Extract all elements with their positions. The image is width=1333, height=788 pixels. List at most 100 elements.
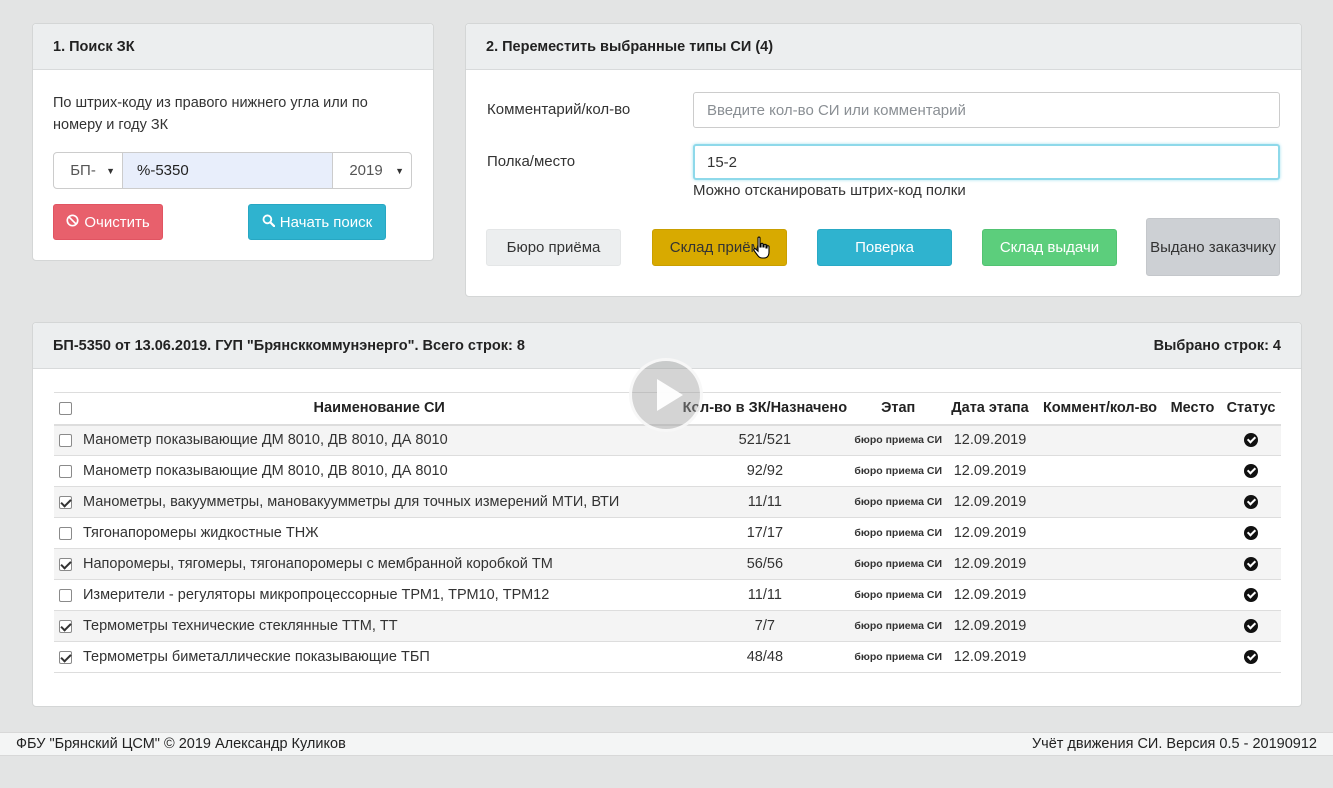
row-checkbox[interactable]: [59, 650, 72, 664]
row-comment: [1036, 641, 1164, 673]
move-panel-header: 2. Переместить выбранные типы СИ (4): [466, 24, 1301, 70]
row-name: Термометры биметаллические показывающие …: [79, 641, 678, 673]
issued-to-customer-button[interactable]: Выдано заказчику: [1146, 218, 1280, 276]
row-stage: бюро приема СИ: [852, 579, 944, 611]
row-checkbox[interactable]: [59, 588, 72, 602]
footer-version: Учёт движения СИ. Версия 0.5 - 20190912: [1031, 736, 1317, 752]
row-status: [1221, 517, 1281, 549]
row-comment: [1036, 486, 1164, 518]
hand-cursor-icon: [753, 236, 770, 259]
move-panel-title: 2. Переместить выбранные типы СИ (4): [486, 38, 774, 55]
table-row[interactable]: Манометр показывающие ДМ 8010, ДВ 8010, …: [54, 455, 1281, 487]
check-circle-icon: [1244, 588, 1258, 603]
search-input-group: БП- ▼ %-5350 2019 ▼: [53, 152, 412, 189]
check-circle-icon: [1244, 619, 1258, 634]
clear-button-label: Очистить: [84, 213, 150, 231]
row-qty: 521/521: [677, 424, 853, 456]
row-date: 12.09.2019: [944, 455, 1036, 487]
move-panel: 2. Переместить выбранные типы СИ (4) Ком…: [465, 23, 1302, 297]
row-select-cell: [54, 517, 79, 549]
row-name: Манометр показывающие ДМ 8010, ДВ 8010, …: [79, 455, 678, 487]
row-select-cell: [54, 641, 79, 673]
col-comment[interactable]: Коммент/кол-во: [1036, 392, 1164, 426]
table-row[interactable]: Тягонапоромеры жидкостные ТНЖ 17/17 бюро п…: [54, 517, 1281, 549]
clear-button[interactable]: Очистить: [53, 204, 163, 240]
row-name: Измерители - регуляторы микропроцессорны…: [79, 579, 678, 611]
row-stage: бюро приема СИ: [852, 641, 944, 673]
check-circle-icon: [1244, 433, 1258, 448]
start-search-button[interactable]: Начать поиск: [248, 204, 386, 240]
row-qty: 11/11: [677, 579, 853, 611]
col-qty[interactable]: Кол-во в ЗК/Назначено: [677, 392, 853, 426]
row-name: Напоромеры, тягомеры, тягонапоромеры с м…: [79, 548, 678, 580]
row-qty: 11/11: [677, 486, 853, 518]
row-status: [1221, 641, 1281, 673]
row-name: Тягонапоромеры жидкостные ТНЖ: [79, 517, 678, 549]
col-place[interactable]: Место: [1164, 392, 1221, 426]
year-select-value: 2019: [349, 162, 383, 179]
select-all-checkbox[interactable]: [59, 401, 72, 415]
row-checkbox[interactable]: [59, 464, 72, 478]
row-qty: 7/7: [677, 610, 853, 642]
row-stage: бюро приема СИ: [852, 517, 944, 549]
row-place: [1164, 424, 1221, 456]
row-qty: 56/56: [677, 548, 853, 580]
col-status[interactable]: Статус: [1221, 392, 1281, 426]
footer: ФБУ "Брянский ЦСМ" © 2019 Александр Кули…: [0, 732, 1333, 756]
col-name[interactable]: Наименование СИ: [79, 392, 678, 426]
row-status: [1221, 579, 1281, 611]
row-status: [1221, 424, 1281, 456]
row-status: [1221, 486, 1281, 518]
row-place: [1164, 486, 1221, 518]
shelf-label: Полка/место: [487, 153, 576, 170]
prefix-select[interactable]: БП- ▼: [53, 152, 123, 189]
row-date: 12.09.2019: [944, 641, 1036, 673]
row-qty: 17/17: [677, 517, 853, 549]
table-row[interactable]: Термометры биметаллические показывающие …: [54, 641, 1281, 673]
row-comment: [1036, 455, 1164, 487]
warehouse-out-button[interactable]: Склад выдачи: [982, 229, 1117, 266]
table-row[interactable]: Термометры технические стеклянные ТТМ, Т…: [54, 610, 1281, 642]
row-select-cell: [54, 579, 79, 611]
shelf-input[interactable]: 15-2: [693, 144, 1280, 180]
play-icon[interactable]: [629, 358, 703, 432]
check-circle-icon: [1244, 557, 1258, 572]
reception-bureau-button[interactable]: Бюро приёма: [486, 229, 621, 266]
code-input[interactable]: %-5350: [123, 152, 332, 189]
verification-button[interactable]: Поверка: [817, 229, 952, 266]
row-stage: бюро приема СИ: [852, 610, 944, 642]
comment-input[interactable]: Введите кол-во СИ или комментарий: [693, 92, 1280, 128]
year-select[interactable]: 2019 ▼: [332, 152, 412, 189]
row-checkbox[interactable]: [59, 557, 72, 571]
row-comment: [1036, 548, 1164, 580]
col-date[interactable]: Дата этапа: [944, 392, 1036, 426]
row-stage: бюро приема СИ: [852, 548, 944, 580]
row-place: [1164, 641, 1221, 673]
row-checkbox[interactable]: [59, 619, 72, 633]
row-name: Манометры, вакуумметры, мановакуумметры …: [79, 486, 678, 518]
search-icon: [262, 212, 275, 233]
table-row[interactable]: Измерители - регуляторы микропроцессорны…: [54, 579, 1281, 611]
row-select-cell: [54, 548, 79, 580]
selected-count: Выбрано строк: 4: [1153, 337, 1281, 354]
table-body: Манометр показывающие ДМ 8010, ДВ 8010, …: [54, 424, 1281, 673]
row-status: [1221, 548, 1281, 580]
row-place: [1164, 517, 1221, 549]
check-circle-icon: [1244, 464, 1258, 479]
row-stage: бюро приема СИ: [852, 455, 944, 487]
table-row[interactable]: Напоромеры, тягомеры, тягонапоромеры с м…: [54, 548, 1281, 580]
shelf-help-text: Можно отсканировать штрих-код полки: [693, 182, 966, 199]
row-date: 12.09.2019: [944, 517, 1036, 549]
table-row[interactable]: Манометры, вакуумметры, мановакуумметры …: [54, 486, 1281, 518]
row-comment: [1036, 517, 1164, 549]
prefix-select-value: БП-: [70, 162, 96, 179]
row-checkbox[interactable]: [59, 433, 72, 447]
row-qty: 92/92: [677, 455, 853, 487]
row-date: 12.09.2019: [944, 424, 1036, 456]
row-checkbox[interactable]: [59, 526, 72, 540]
row-select-cell: [54, 610, 79, 642]
row-checkbox[interactable]: [59, 495, 72, 509]
row-select-cell: [54, 455, 79, 487]
col-stage[interactable]: Этап: [852, 392, 944, 426]
caret-down-icon: ▼: [395, 165, 404, 176]
